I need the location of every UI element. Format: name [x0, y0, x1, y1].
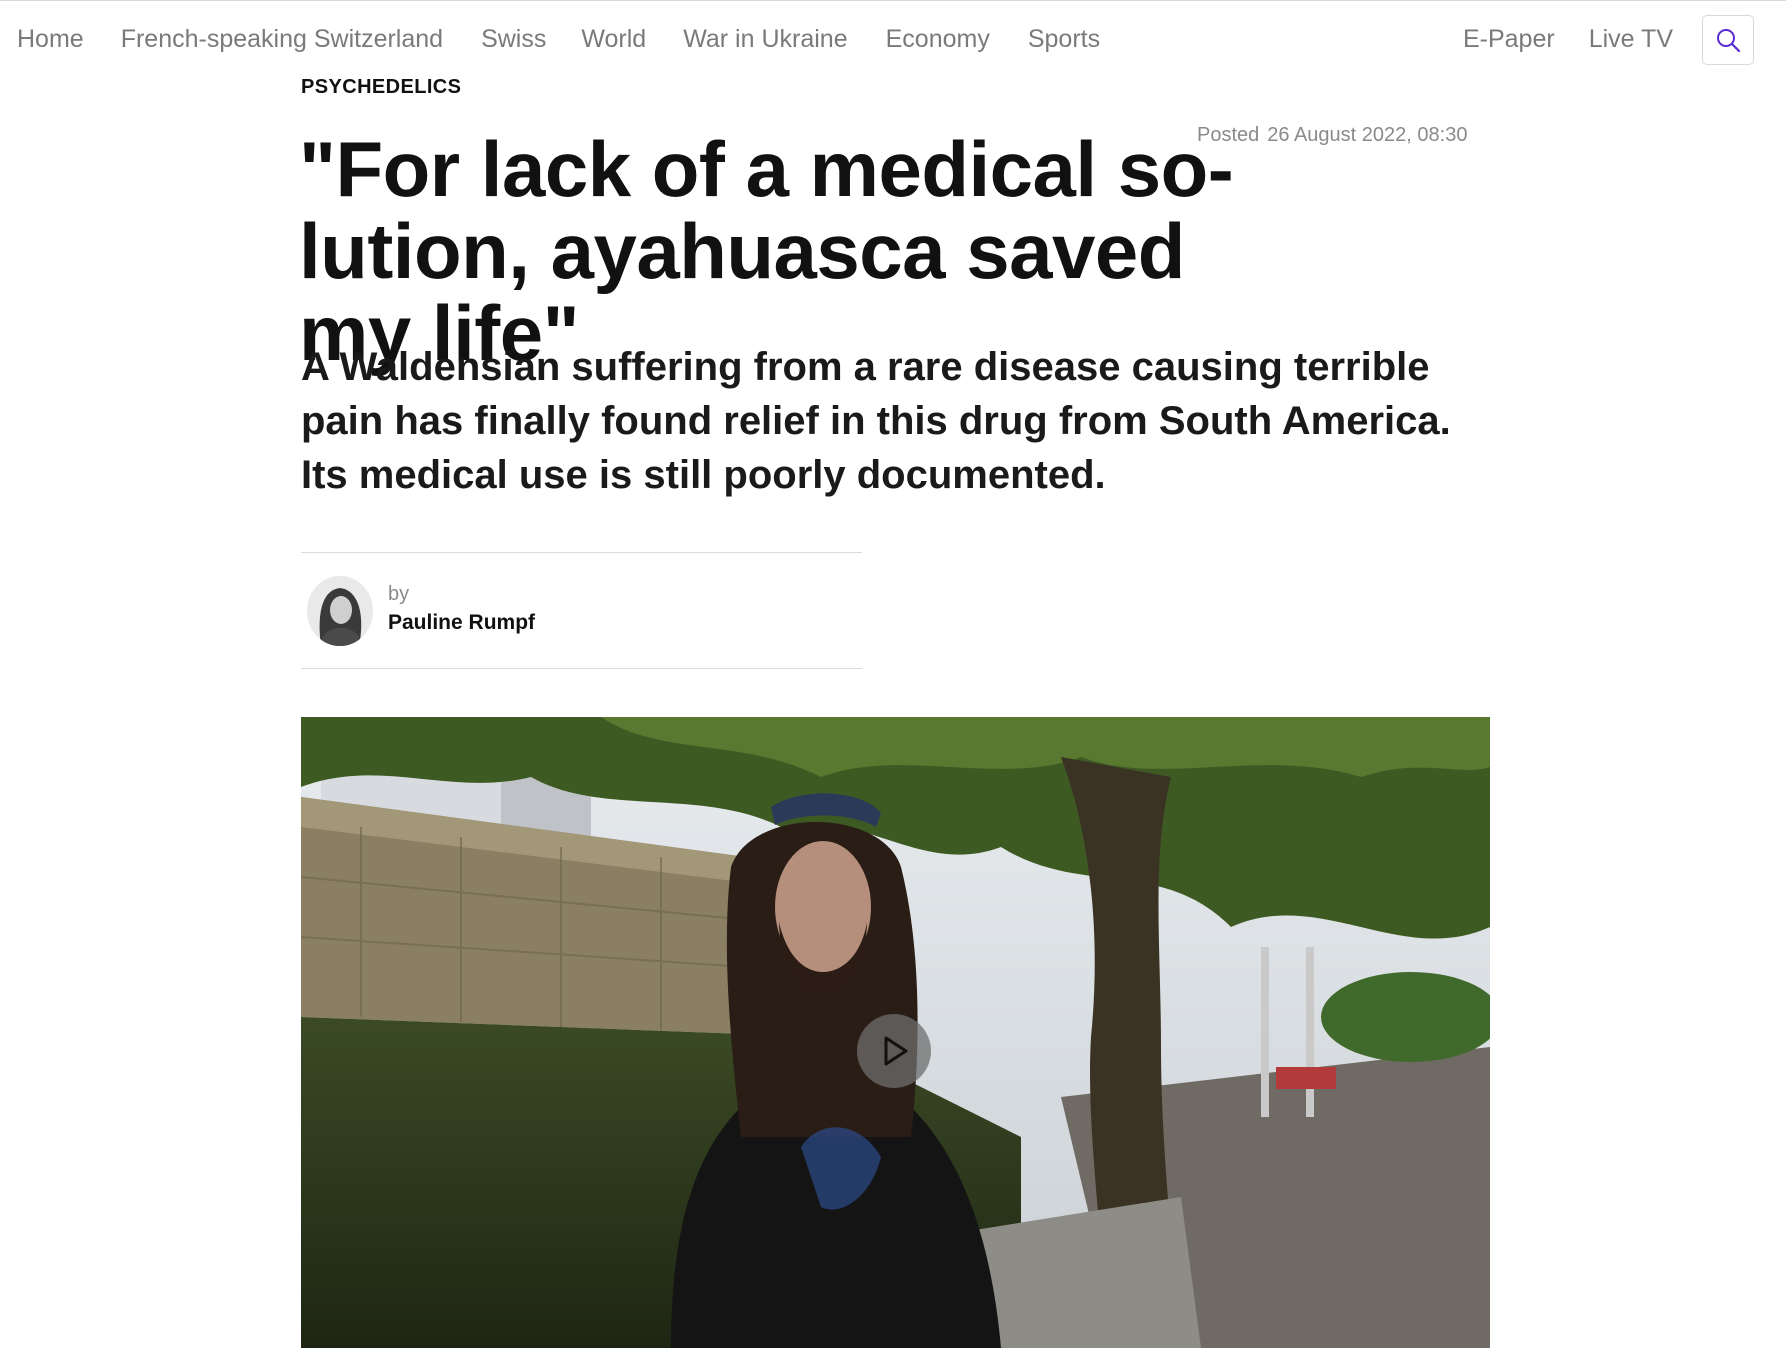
lead-line-3: Its medical use is still poorly document… [301, 453, 1106, 497]
posted-date: 26 August 2022, 08:30 [1267, 124, 1468, 146]
search-button[interactable] [1702, 15, 1754, 65]
lead-line-1: A Waldensian suffering from a rare disea… [301, 345, 1430, 389]
headline-line-1: "For lack of a medical so- [299, 125, 1234, 213]
nav-home[interactable]: Home [17, 21, 84, 57]
play-button[interactable] [857, 1014, 931, 1088]
nav-sections: Home French-speaking Switzerland Swiss W… [17, 21, 1100, 57]
author-name[interactable]: Pauline Rumpf [388, 611, 535, 635]
article-lead: A Waldensian suffering from a rare disea… [301, 340, 1501, 502]
nav-world[interactable]: World [581, 21, 646, 57]
top-navigation: Home French-speaking Switzerland Swiss W… [0, 0, 1786, 77]
nav-sports[interactable]: Sports [1028, 21, 1100, 57]
byline-prefix: by [388, 583, 410, 605]
author-avatar[interactable] [307, 576, 373, 646]
nav-french-speaking-switzerland[interactable]: French-speaking Switzerland [121, 21, 443, 57]
page: Home French-speaking Switzerland Swiss W… [0, 0, 1786, 1348]
lead-line-2: pain has finally found relief in this dr… [301, 399, 1451, 443]
nav-economy[interactable]: Economy [886, 21, 990, 57]
article-kicker[interactable]: PSYCHEDELICS [301, 76, 461, 99]
article-headline: "For lack of a medical so- lution, ayahu… [299, 128, 1259, 374]
nav-e-paper[interactable]: E-Paper [1463, 21, 1555, 57]
play-icon [884, 1036, 908, 1066]
author-byline: by Pauline Rumpf [301, 552, 862, 669]
nav-swiss[interactable]: Swiss [481, 21, 546, 57]
article-video[interactable] [301, 717, 1490, 1348]
nav-live-tv[interactable]: Live TV [1589, 21, 1673, 57]
search-icon [1717, 29, 1741, 53]
nav-utilities: E-Paper Live TV [1463, 21, 1673, 57]
nav-war-in-ukraine[interactable]: War in Ukraine [683, 21, 847, 57]
